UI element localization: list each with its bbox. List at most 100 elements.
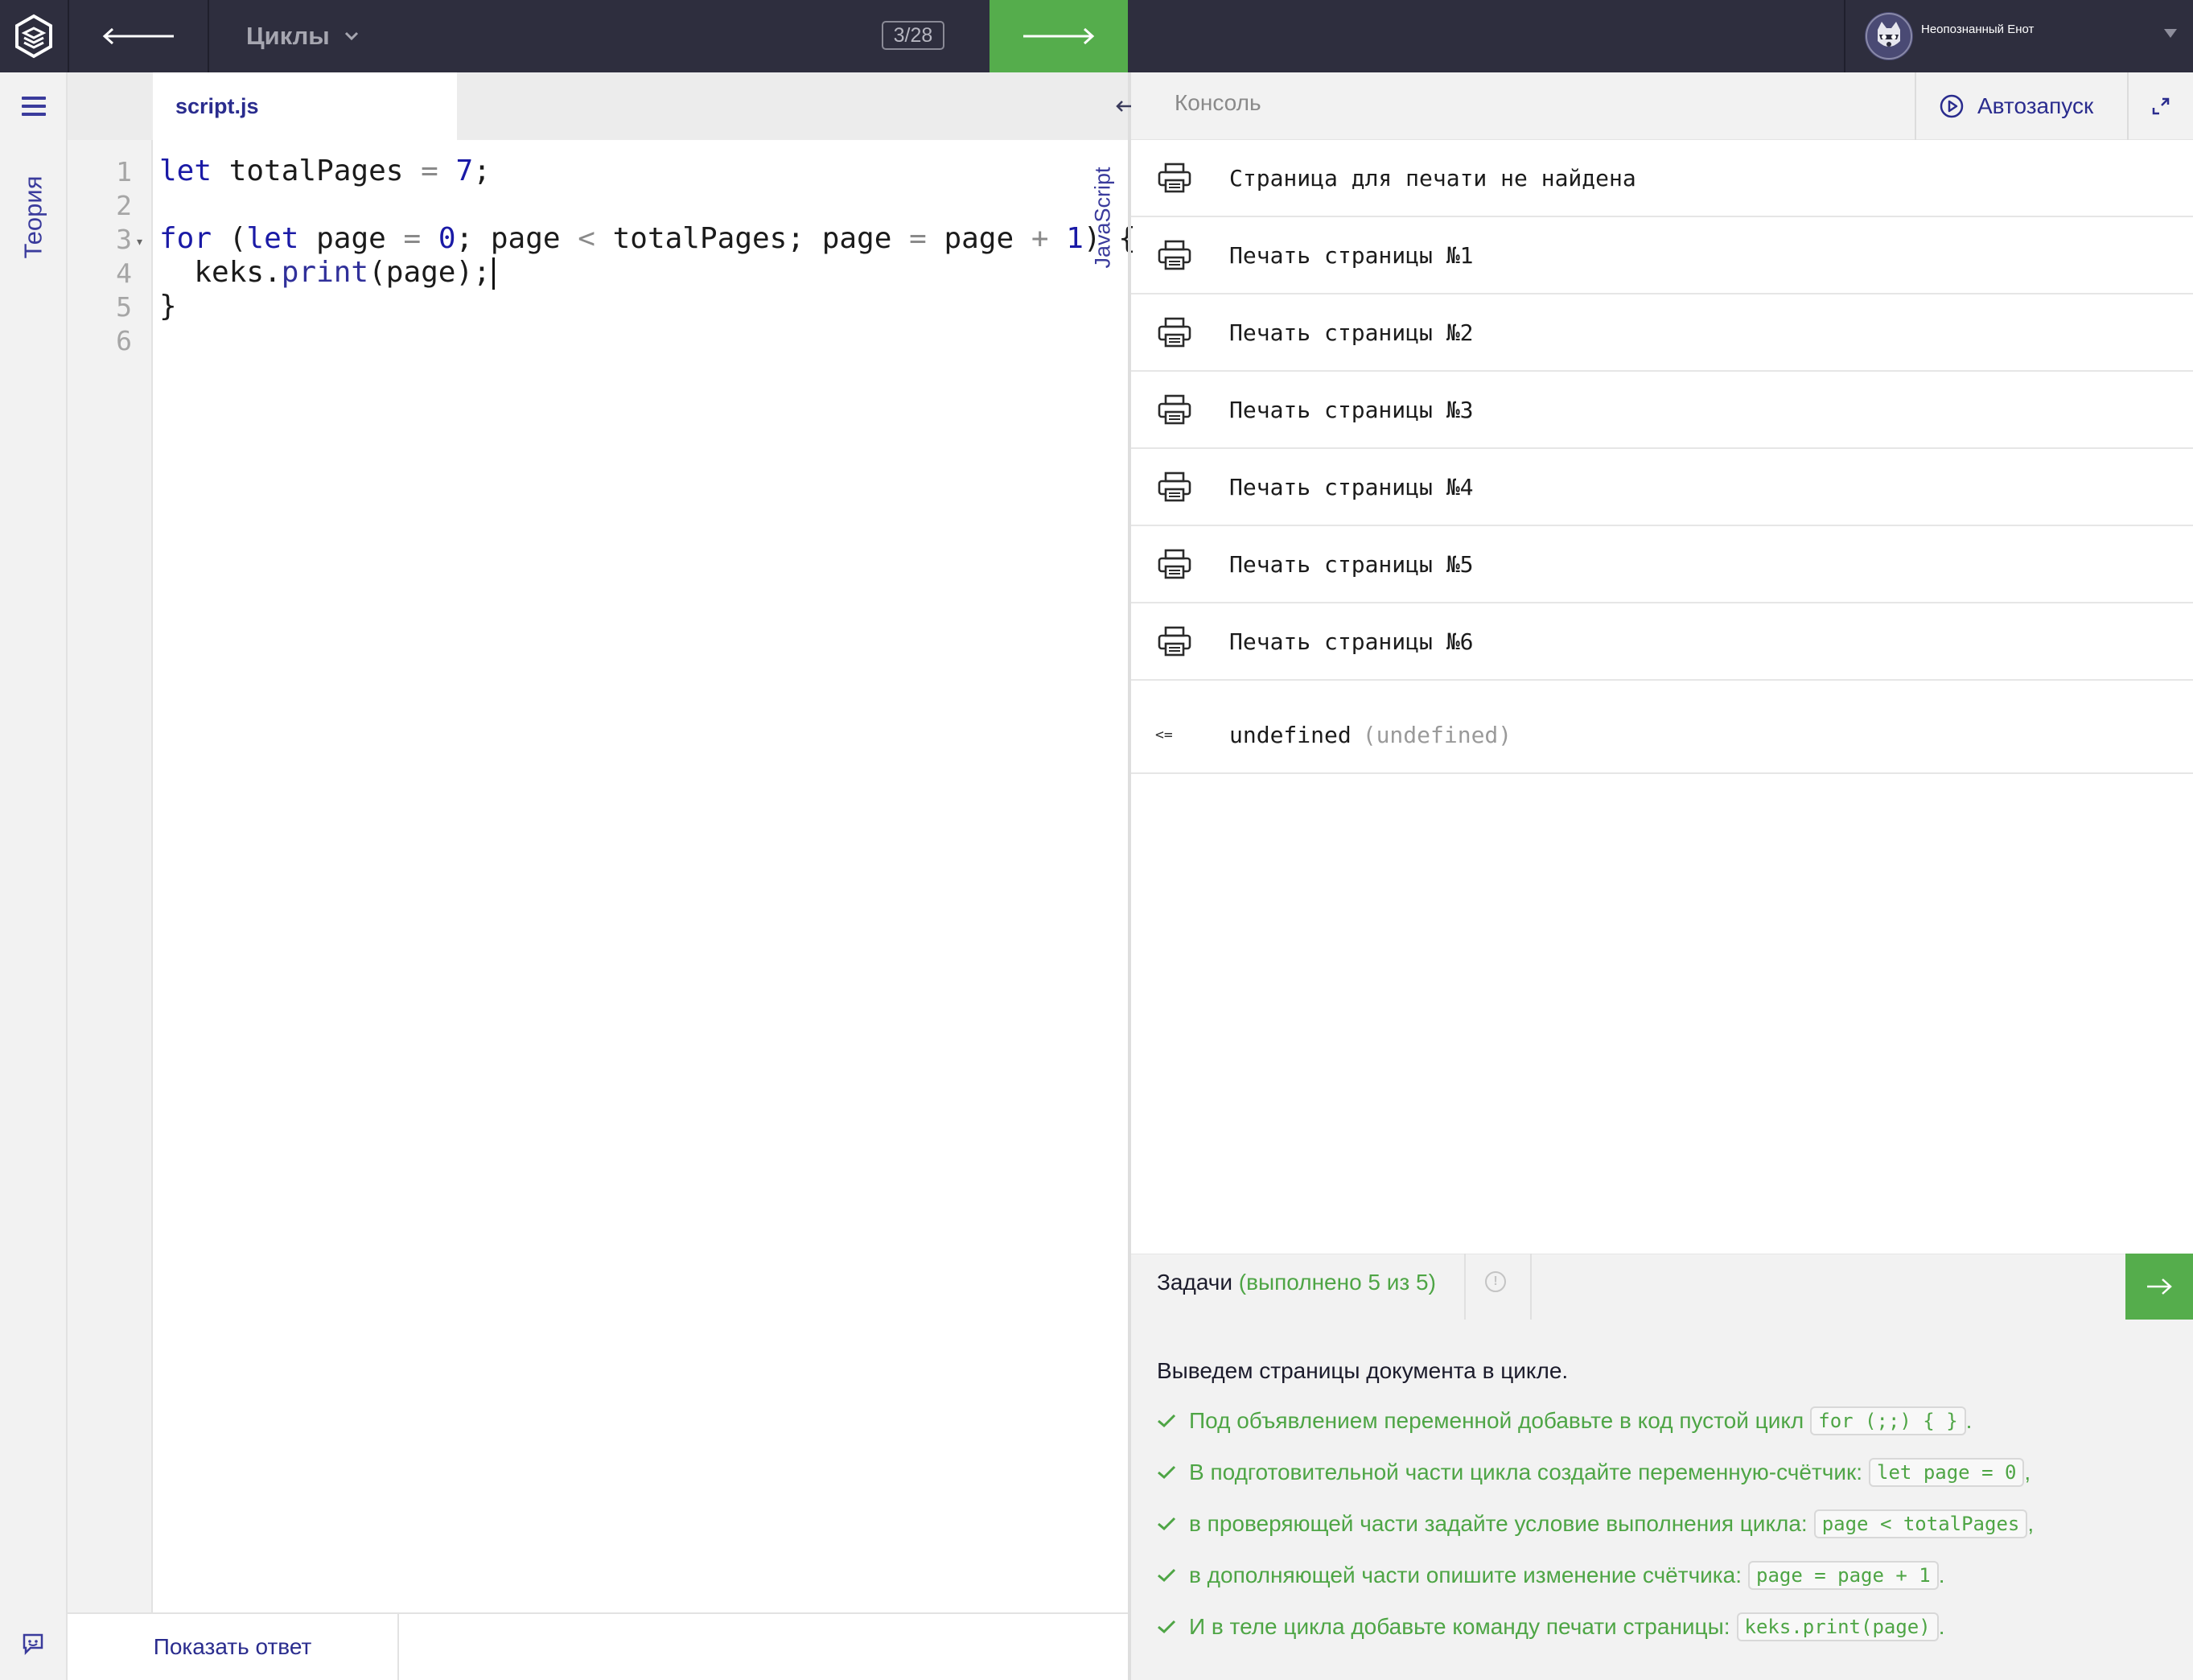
play-circle-icon (1940, 94, 1964, 118)
topic-title: Циклы (246, 22, 330, 50)
printer-icon (1157, 548, 1192, 580)
topbar-divider (208, 0, 209, 72)
file-tab-script[interactable]: script.js (153, 72, 457, 140)
printer-icon (1157, 393, 1192, 426)
task-text: в проверяющей части задайте условие выпо… (1189, 1511, 1808, 1536)
line-number-gutter (68, 140, 153, 1612)
return-type: (undefined) (1362, 721, 1512, 748)
code-line[interactable]: keks.print(page); (159, 256, 495, 290)
line-number: 2 (116, 190, 132, 221)
return-value: undefined (1229, 721, 1352, 748)
task-punctuation: . (1965, 1408, 1973, 1433)
task-code: page < totalPages (1813, 1509, 2028, 1538)
tasks-divider (1530, 1254, 1532, 1320)
console-message: Печать страницы №3 (1229, 396, 1474, 423)
user-name: Неопознанный Енот (1921, 23, 2035, 36)
info-icon[interactable]: ! (1485, 1271, 1506, 1292)
line-number: 4 (116, 257, 132, 289)
text-cursor (492, 257, 495, 290)
code-line[interactable]: for (let page = 0; page < totalPages; pa… (159, 222, 1136, 255)
console-message: Печать страницы №6 (1229, 628, 1474, 655)
console-row: Печать страницы №2 (1131, 294, 2193, 372)
task-punctuation: , (2024, 1460, 2031, 1484)
line-number: 3 (116, 224, 132, 255)
theory-label: Теория (19, 175, 47, 259)
raccoon-avatar-icon (1866, 13, 1912, 60)
task-item: в проверяющей части задайте условие выпо… (1157, 1509, 2034, 1538)
expand-icon (2152, 97, 2170, 115)
task-punctuation: . (1938, 1614, 1945, 1639)
autorun-label: Автозапуск (1977, 93, 2094, 118)
tasks-title-text: Задачи (1157, 1270, 1233, 1295)
task-item: И в теле цикла добавьте команду печати с… (1157, 1612, 1944, 1641)
task-code: for (;;) { } (1810, 1406, 1966, 1435)
menu-icon[interactable] (22, 97, 46, 116)
editor-footer (399, 1612, 1129, 1680)
console-row: Печать страницы №3 (1131, 372, 2193, 449)
tasks-divider (1464, 1254, 1466, 1320)
chevron-down-icon (344, 31, 358, 41)
console-row: Печать страницы №6 (1131, 603, 2193, 681)
avatar[interactable] (1865, 12, 1913, 60)
tasks-next-button[interactable] (2125, 1254, 2193, 1320)
checkmark-icon (1157, 1460, 1178, 1485)
task-code: page = page + 1 (1748, 1561, 1939, 1590)
printer-icon (1157, 239, 1192, 271)
code-line[interactable]: } (159, 290, 177, 323)
task-item: Под объявлением переменной добавьте в ко… (1157, 1406, 1972, 1435)
task-punctuation: . (1938, 1563, 1945, 1587)
theory-tab[interactable]: Теория (6, 165, 61, 270)
arrow-left-icon (102, 28, 174, 44)
arrow-right-icon (1023, 28, 1095, 44)
logo-icon[interactable] (0, 0, 68, 72)
fold-arrow-icon[interactable]: ▾ (137, 235, 142, 249)
line-number: 1 (116, 156, 132, 187)
task-code: let page = 0 (1869, 1458, 2025, 1487)
topic-dropdown[interactable]: Циклы (246, 0, 359, 72)
console-message: Печать страницы №5 (1229, 550, 1474, 578)
console-title: Консоль (1175, 90, 1261, 115)
feedback-icon[interactable] (21, 1632, 45, 1660)
checkmark-icon (1157, 1511, 1178, 1537)
console-message: Страница для печати не найдена (1229, 164, 1636, 191)
console-row: Страница для печати не найдена (1131, 140, 2193, 217)
code-line[interactable]: let totalPages = 7; (159, 154, 491, 187)
console-message: Печать страницы №4 (1229, 473, 1474, 500)
task-item: В подготовительной части цикла создайте … (1157, 1458, 2030, 1487)
task-text: В подготовительной части цикла создайте … (1189, 1460, 1863, 1484)
checkmark-icon (1157, 1614, 1178, 1640)
next-lesson-button[interactable] (990, 0, 1128, 72)
language-text: JavaScript (1090, 166, 1115, 269)
task-item: в дополняющей части опишите изменение сч… (1157, 1561, 1945, 1590)
printer-icon (1157, 471, 1192, 503)
printer-icon (1157, 316, 1192, 348)
expand-button[interactable] (2127, 72, 2193, 140)
console-message: Печать страницы №2 (1229, 319, 1474, 346)
left-sidebar (0, 72, 68, 1680)
console-row: Печать страницы №4 (1131, 449, 2193, 526)
tasks-progress: (выполнено 5 из 5) (1238, 1270, 1436, 1295)
show-answer-button[interactable]: Показать ответ (68, 1612, 399, 1680)
tasks-intro: Выведем страницы документа в цикле. (1157, 1358, 1569, 1383)
return-arrow-icon: <= (1155, 726, 1173, 743)
console-row: Печать страницы №5 (1131, 526, 2193, 603)
autorun-button[interactable]: Автозапуск (1915, 72, 2127, 140)
arrow-right-icon (2147, 1279, 2172, 1295)
line-number: 6 (116, 325, 132, 356)
tasks-title: Задачи (выполнено 5 из 5) (1157, 1270, 1436, 1295)
prev-lesson-button[interactable] (69, 0, 208, 72)
task-punctuation: , (2027, 1511, 2035, 1536)
checkmark-icon (1157, 1408, 1178, 1434)
task-text: И в теле цикла добавьте команду печати с… (1189, 1614, 1730, 1639)
printer-icon (1157, 625, 1192, 657)
task-text: в дополняющей части опишите изменение сч… (1189, 1563, 1742, 1587)
console-row: Печать страницы №1 (1131, 217, 2193, 294)
line-number: 5 (116, 291, 132, 323)
language-label: JavaScript (1081, 153, 1125, 282)
lesson-counter: 3/28 (882, 21, 944, 50)
printer-icon (1157, 162, 1192, 194)
task-code: keks.print(page) (1736, 1612, 1939, 1641)
console-return-row: <= undefined (undefined) (1131, 697, 2193, 774)
task-text: Под объявлением переменной добавьте в ко… (1189, 1408, 1804, 1433)
caret-down-icon[interactable] (2164, 29, 2177, 38)
